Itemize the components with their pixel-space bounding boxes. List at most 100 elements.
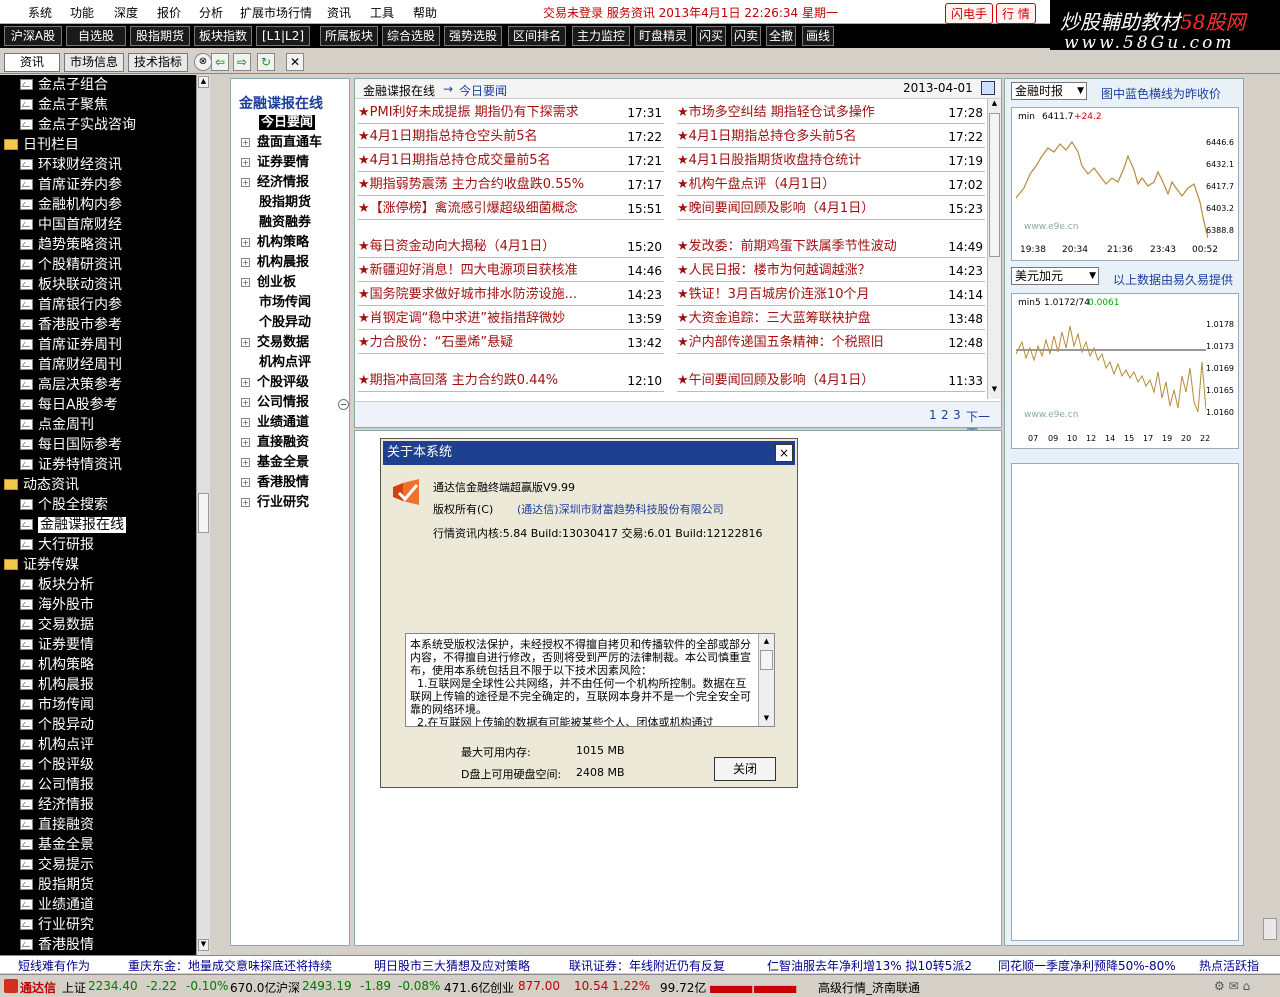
menu-analysis[interactable]: 分析: [199, 4, 223, 21]
news-headline[interactable]: ★市场多空纠结 期指轻仓试多操作: [677, 102, 939, 124]
tree-item[interactable]: 行业研究: [20, 915, 94, 935]
page-3[interactable]: 3: [953, 408, 961, 422]
tree-item[interactable]: 首席银行内参: [20, 295, 122, 315]
news-headline[interactable]: ★【涨停榜】禽流感引爆超级细菌概念: [358, 198, 618, 220]
news-row[interactable]: ★人民日报：楼市为何越调越涨？ 14:23: [677, 260, 985, 282]
category-item[interactable]: + 盘面直通车: [241, 133, 322, 153]
category-item[interactable]: + 机构晨报: [241, 253, 309, 273]
expand-icon[interactable]: +: [241, 278, 250, 287]
tree-item[interactable]: 环球财经资讯: [20, 155, 122, 175]
tree-item[interactable]: 点金周刊: [20, 415, 94, 435]
tree-item[interactable]: 机构晨报: [20, 675, 94, 695]
news-row[interactable]: ★每日资金动向大揭秘（4月1日） 15:20: [358, 236, 664, 258]
close-tab-icon[interactable]: ⊗: [194, 53, 212, 71]
expand-icon[interactable]: +: [241, 398, 250, 407]
news-headline[interactable]: ★4月1日期指总持仓多头前5名: [677, 126, 939, 148]
resize-handle[interactable]: [1263, 918, 1277, 940]
news-headline[interactable]: ★肖钢定调“稳中求进”被指措辞微妙: [358, 308, 618, 330]
tree-item[interactable]: 首席证券内参: [20, 175, 122, 195]
toolbar-button[interactable]: 股指期货: [130, 26, 190, 46]
tree-item[interactable]: 香港股市参考: [20, 315, 122, 335]
news-headline[interactable]: ★新疆迎好消息！四大电源项目获核准: [358, 260, 618, 282]
news-headline[interactable]: ★发改委：前期鸡蛋下跌属季节性波动: [677, 236, 939, 258]
news-headline[interactable]: ★铁证！3月百城房价连涨10个月: [677, 284, 939, 306]
news-row[interactable]: ★铁证！3月百城房价连涨10个月 14:14: [677, 284, 985, 306]
page-2[interactable]: 2: [941, 408, 949, 422]
category-item[interactable]: + 行业研究: [241, 493, 309, 513]
news-row[interactable]: ★发改委：前期鸡蛋下跌属季节性波动 14:49: [677, 236, 985, 258]
expand-icon[interactable]: +: [241, 258, 250, 267]
category-item[interactable]: + 创业板: [241, 273, 296, 293]
menu-tools[interactable]: 工具: [370, 4, 394, 21]
tree-item[interactable]: 业绩通道: [20, 895, 94, 915]
tree-item[interactable]: 首席财经周刊: [20, 355, 122, 375]
ticker-item[interactable]: 仁智油服去年净利增13% 拟10转5派2: [767, 957, 972, 973]
page-1[interactable]: 1: [929, 408, 937, 422]
news-row[interactable]: ★大资金追踪：三大蓝筹联袂护盘 13:48: [677, 308, 985, 330]
scroll-up-icon[interactable]: ▲: [989, 99, 1000, 111]
news-row[interactable]: ★午间要闻回顾及影响（4月1日） 11:33: [677, 370, 985, 392]
news-headline[interactable]: ★力合股份：“石墨烯”悬疑: [358, 332, 618, 354]
menu-quote[interactable]: 报价: [157, 4, 181, 21]
category-item[interactable]: 股指期货: [241, 193, 311, 213]
dialog-close-button[interactable]: 关闭: [714, 757, 776, 781]
source-select-1[interactable]: 金融时报: [1011, 82, 1087, 100]
toolbar-button[interactable]: 区间排名: [508, 26, 566, 46]
toolbar-button[interactable]: 画线: [802, 26, 834, 46]
news-row[interactable]: ★4月1日期指总持仓成交量前5名 17:21: [358, 150, 664, 172]
tree-item[interactable]: 高层决策参考: [20, 375, 122, 395]
expand-icon[interactable]: +: [241, 338, 250, 347]
news-headline[interactable]: ★晚间要闻回顾及影响（4月1日）: [677, 198, 939, 220]
ticker-item[interactable]: 热点活跃指: [1199, 957, 1259, 973]
tree-item[interactable]: 每日国际参考: [20, 435, 122, 455]
expand-icon[interactable]: +: [241, 458, 250, 467]
tree-item[interactable]: 板块联动资讯: [20, 275, 122, 295]
expand-icon[interactable]: +: [241, 238, 250, 247]
news-headline[interactable]: ★4月1日股指期货收盘持仓统计: [677, 150, 939, 172]
menu-system[interactable]: 系统: [28, 4, 52, 21]
left-tree-scrollbar[interactable]: ▲ ▼: [196, 75, 210, 955]
menu-depth[interactable]: 深度: [114, 4, 138, 21]
news-row[interactable]: ★国务院要求做好城市排水防涝设施... 14:23: [358, 284, 664, 306]
dialog-close-icon[interactable]: ×: [775, 444, 793, 462]
category-item[interactable]: 融资融券: [241, 213, 311, 233]
scroll-down-icon[interactable]: ▼: [198, 939, 209, 951]
ticker-item[interactable]: 短线难有作为: [18, 957, 90, 973]
tree-item[interactable]: 个股评级: [20, 755, 94, 775]
news-row[interactable]: ★4月1日期指总持仓多头前5名 17:22: [677, 126, 985, 148]
tree-item[interactable]: 机构点评: [20, 735, 94, 755]
category-item[interactable]: + 基金全景: [241, 453, 309, 473]
category-item[interactable]: + 证券要情: [241, 153, 309, 173]
news-headline[interactable]: ★人民日报：楼市为何越调越涨？: [677, 260, 939, 282]
category-item[interactable]: 今日要闻: [241, 113, 316, 133]
category-item[interactable]: + 机构策略: [241, 233, 309, 253]
close-icon[interactable]: ✕: [286, 53, 304, 71]
tree-item[interactable]: 交易提示: [20, 855, 94, 875]
toolbar-button[interactable]: 闪卖: [731, 26, 761, 46]
license-notice[interactable]: 本系统受版权法保护，未经授权不得擅自拷贝和传播软件的全部或部分内容，不得擅自进行…: [405, 633, 775, 727]
hs-index-name[interactable]: 沪深: [276, 979, 300, 996]
news-scrollbar[interactable]: ▲ ▼: [987, 99, 1001, 399]
category-item[interactable]: + 业绩通道: [241, 413, 309, 433]
toolbar-button[interactable]: [L1|L2]: [256, 26, 310, 46]
toolbar-button[interactable]: 沪深A股: [4, 26, 62, 46]
news-row[interactable]: ★晚间要闻回顾及影响（4月1日） 15:23: [677, 198, 985, 220]
scroll-up-icon[interactable]: ▲: [760, 635, 773, 647]
ticker-item[interactable]: 重庆东金：地量成交意味探底还将持续: [128, 957, 332, 973]
expand-icon[interactable]: +: [241, 498, 250, 507]
toolbar-button[interactable]: 自选股: [66, 26, 126, 46]
tree-folder[interactable]: 证券传媒: [4, 555, 79, 575]
news-row[interactable]: ★市场多空纠结 期指轻仓试多操作 17:28: [677, 102, 985, 124]
tree-item[interactable]: 香港股情: [20, 935, 94, 955]
tree-item[interactable]: 公司情报: [20, 775, 94, 795]
back-arrow-icon[interactable]: ⇦: [211, 53, 229, 71]
toolbar-button[interactable]: 盯盘精灵: [634, 26, 692, 46]
tab-info[interactable]: 资讯: [4, 53, 60, 72]
category-item[interactable]: 市场传闻: [241, 293, 311, 313]
collapse-icon[interactable]: −: [338, 399, 349, 410]
flash-trade-button[interactable]: 闪电手: [945, 3, 994, 24]
expand-icon[interactable]: +: [241, 418, 250, 427]
tree-item[interactable]: 中国首席财经: [20, 215, 122, 235]
news-headline[interactable]: ★PMI利好未成提振 期指仍有下探需求: [358, 102, 618, 124]
scroll-up-icon[interactable]: ▲: [198, 76, 209, 88]
